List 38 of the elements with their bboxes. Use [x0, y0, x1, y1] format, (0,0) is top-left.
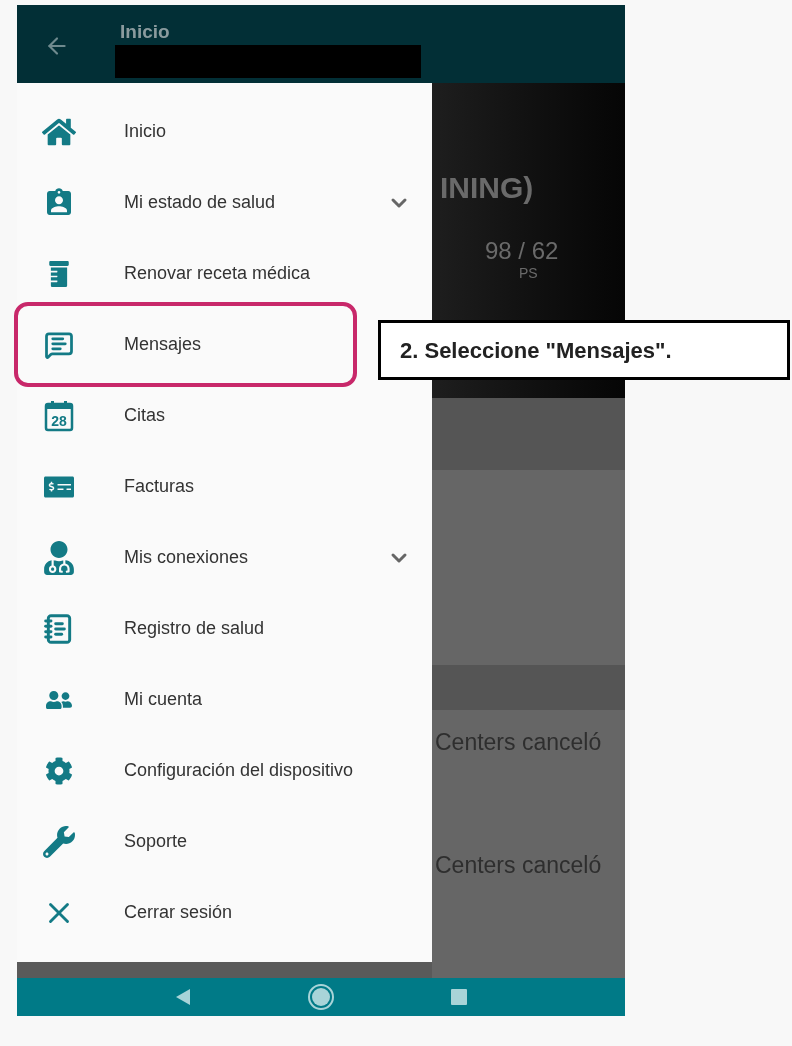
menu-item[interactable]: 28 Citas — [17, 380, 362, 451]
menu-label: Citas — [124, 404, 165, 427]
message-icon — [43, 329, 74, 360]
menu-item[interactable]: Cerrar sesión — [17, 877, 362, 948]
menu-item[interactable]: Configuración del dispositivo — [17, 735, 362, 806]
notice-text: Centers canceló — [435, 728, 603, 757]
callout-text: 2. Seleccione "Mensajes". — [400, 336, 672, 365]
menu-label: Cerrar sesión — [124, 901, 233, 924]
menu-label: Mensajes — [124, 333, 202, 356]
menu-label: Configuración del dispositivo — [124, 759, 354, 782]
menu-label: Registro de salud — [124, 617, 265, 640]
reading-unit: PS — [519, 265, 539, 281]
header-title: Inicio — [120, 21, 171, 43]
menu-label: Inicio — [124, 120, 167, 143]
recents-square-icon[interactable] — [449, 988, 468, 1006]
menu-item[interactable]: Mi estado de salud — [17, 167, 432, 238]
menu-label: Mi estado de salud — [124, 191, 276, 214]
reading-value: 98 / 62 — [485, 237, 560, 265]
menu-item[interactable]: Facturas — [17, 451, 362, 522]
menu-item[interactable]: Soporte — [17, 806, 362, 877]
banner-heading: INING) — [440, 171, 535, 205]
menu-item[interactable]: Inicio — [17, 96, 362, 167]
menu-label: Soporte — [124, 830, 188, 853]
settings-icon — [44, 756, 73, 785]
notice-text: Centers canceló — [435, 851, 603, 880]
home-circle-icon[interactable] — [307, 983, 335, 1011]
menu-label: Mi cuenta — [124, 688, 203, 711]
menu-label: Mis conexiones — [124, 546, 249, 569]
menu-item[interactable]: Mis conexiones — [17, 522, 432, 593]
calendar-icon: 28 — [43, 399, 74, 432]
back-triangle-icon[interactable] — [174, 988, 193, 1006]
menu-item[interactable]: Mi cuenta — [17, 664, 362, 735]
menu-label: Facturas — [124, 475, 195, 498]
menu-item[interactable]: Registro de salud — [17, 593, 362, 664]
menu-item[interactable]: Mensajes — [17, 309, 362, 380]
wrench-icon — [42, 825, 75, 858]
menu-label: Renovar receta médica — [124, 262, 311, 285]
menu-item[interactable]: Renovar receta médica — [17, 238, 362, 309]
